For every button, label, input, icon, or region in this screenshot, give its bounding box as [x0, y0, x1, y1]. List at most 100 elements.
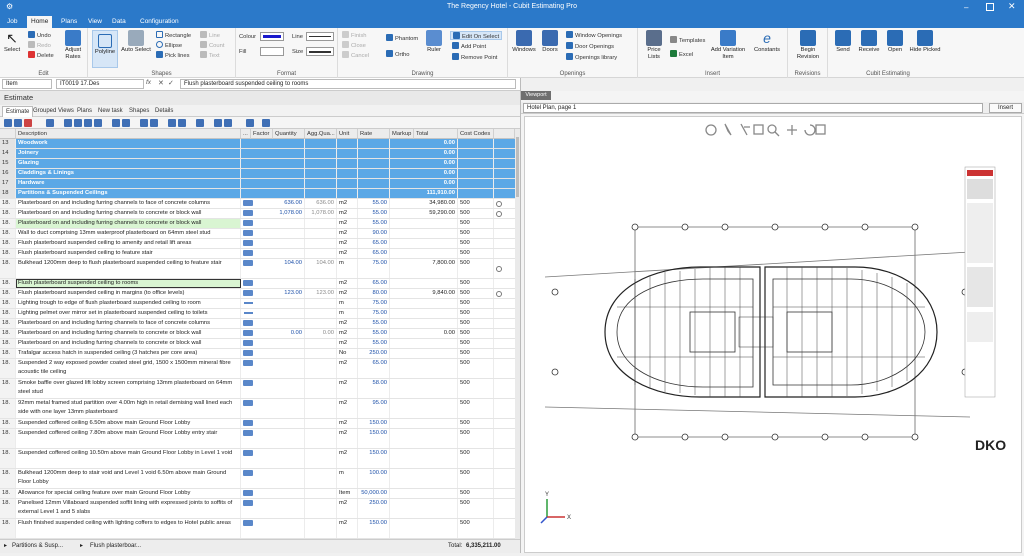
- row-unit[interactable]: No: [337, 349, 358, 358]
- row-rate[interactable]: [358, 189, 390, 198]
- row-description[interactable]: Plasterboard on and including furring ch…: [16, 209, 241, 218]
- row-description[interactable]: Smoke baffle over glazed lift lobby scre…: [16, 379, 241, 398]
- row-rate[interactable]: [358, 139, 390, 148]
- row-total[interactable]: [414, 239, 458, 248]
- row-quantity[interactable]: [273, 229, 305, 238]
- row-unit[interactable]: [337, 179, 358, 188]
- row-agg-quantity[interactable]: 0.00: [305, 329, 337, 338]
- area-measure-icon[interactable]: [243, 400, 253, 406]
- row-agg-quantity[interactable]: [305, 489, 337, 498]
- row-agg-quantity[interactable]: [305, 309, 337, 318]
- row-rate[interactable]: 65.00: [358, 279, 390, 288]
- row-quantity[interactable]: [273, 219, 305, 228]
- row-agg-quantity[interactable]: [305, 429, 337, 448]
- row-unit[interactable]: m2: [337, 239, 358, 248]
- move-icon[interactable]: [787, 125, 797, 135]
- area-measure-icon[interactable]: [243, 340, 253, 346]
- row-unit[interactable]: m2: [337, 319, 358, 328]
- row-rate[interactable]: 55.00: [358, 339, 390, 348]
- row-quantity[interactable]: [273, 379, 305, 398]
- price-lists-button[interactable]: Price Lists: [642, 30, 666, 61]
- row-unit[interactable]: m2: [337, 289, 358, 298]
- row-cost-code[interactable]: 500: [458, 359, 494, 378]
- row-cost-code[interactable]: 500: [458, 279, 494, 288]
- row-cost-code[interactable]: [458, 139, 494, 148]
- row-unit[interactable]: m2: [337, 449, 358, 468]
- row-quantity[interactable]: [273, 299, 305, 308]
- row-rate[interactable]: 150.00: [358, 419, 390, 428]
- delete-button[interactable]: Delete: [28, 51, 54, 60]
- row-cost-code[interactable]: 500: [458, 289, 494, 298]
- table-row[interactable]: 18. Flush plasterboard suspended ceiling …: [0, 279, 515, 289]
- table-row[interactable]: 18. Flush plasterboard suspended ceiling …: [0, 239, 515, 249]
- row-unit[interactable]: Item: [337, 489, 358, 498]
- row-total[interactable]: 9,840.00: [414, 289, 458, 298]
- row-total[interactable]: [414, 469, 458, 488]
- link-icon[interactable]: [214, 119, 222, 127]
- row-rate[interactable]: 250.00: [358, 499, 390, 518]
- table-row[interactable]: 18. Trafalgar access hatch in suspended c…: [0, 349, 515, 359]
- row-rate[interactable]: [358, 169, 390, 178]
- section-row[interactable]: 14 Joinery 0.00: [0, 149, 515, 159]
- row-agg-quantity[interactable]: [305, 219, 337, 228]
- row-agg-quantity[interactable]: [305, 379, 337, 398]
- insert-page-button[interactable]: Insert: [989, 103, 1022, 113]
- paste-icon[interactable]: [150, 119, 158, 127]
- row-rate[interactable]: 55.00: [358, 199, 390, 208]
- row-cost-code[interactable]: 500: [458, 419, 494, 428]
- viewport-tab[interactable]: Viewport: [521, 91, 551, 100]
- table-row[interactable]: 18. Bulkhead 1200mm deep to flush plaster…: [0, 259, 515, 279]
- row-description[interactable]: Plasterboard on and including furring ch…: [16, 199, 241, 208]
- row-rate[interactable]: 75.00: [358, 259, 390, 278]
- row-unit[interactable]: m2: [337, 219, 358, 228]
- area-measure-icon[interactable]: [243, 230, 253, 236]
- status-circle-icon[interactable]: [496, 291, 502, 297]
- plan-canvas[interactable]: DKO Y X: [524, 116, 1022, 553]
- row-description[interactable]: Trafalgar access hatch in suspended ceil…: [16, 349, 241, 358]
- pick-lines-button[interactable]: Pick lines: [156, 51, 189, 60]
- row-rate[interactable]: 65.00: [358, 239, 390, 248]
- undo-button[interactable]: Undo: [28, 31, 51, 40]
- row-agg-quantity[interactable]: [305, 139, 337, 148]
- row-description[interactable]: Allowance for special ceiling feature ov…: [16, 489, 241, 498]
- tab-details[interactable]: Details: [152, 106, 176, 117]
- row-cost-code[interactable]: [458, 189, 494, 198]
- table-row[interactable]: 18. Plasterboard on and including furring…: [0, 209, 515, 219]
- zoom-window-icon[interactable]: [753, 124, 764, 135]
- row-cost-code[interactable]: [458, 149, 494, 158]
- area-measure-icon[interactable]: [243, 260, 253, 266]
- breadcrumb-section[interactable]: Partitions & Susp...: [12, 540, 63, 553]
- area-measure-icon[interactable]: [243, 380, 253, 386]
- row-cost-code[interactable]: 500: [458, 499, 494, 518]
- area-measure-icon[interactable]: [243, 250, 253, 256]
- pan-tool-icon[interactable]: [705, 124, 717, 136]
- row-rate[interactable]: 100.00: [358, 469, 390, 488]
- zoom-icon[interactable]: [767, 124, 777, 134]
- ortho-button[interactable]: Ortho: [386, 50, 410, 59]
- area-measure-icon[interactable]: [243, 200, 253, 206]
- phantom-button[interactable]: Phantom: [386, 34, 418, 43]
- row-quantity[interactable]: 104.00: [273, 259, 305, 278]
- table-row[interactable]: 18. 92mm metal framed stud partition over…: [0, 399, 515, 419]
- row-total[interactable]: [414, 299, 458, 308]
- table-row[interactable]: 18. Suspended coffered ceiling 7.80m abov…: [0, 429, 515, 449]
- area-measure-icon[interactable]: [243, 490, 253, 496]
- row-unit[interactable]: m: [337, 259, 358, 278]
- rectangle-button[interactable]: Rectangle: [156, 31, 191, 40]
- section-row[interactable]: 16 Claddings & Linings 0.00: [0, 169, 515, 179]
- row-unit[interactable]: m2: [337, 339, 358, 348]
- area-measure-icon[interactable]: [243, 350, 253, 356]
- table-row[interactable]: 18. Flush plasterboard suspended ceiling …: [0, 249, 515, 259]
- row-agg-quantity[interactable]: [305, 229, 337, 238]
- tab-view[interactable]: View: [84, 16, 106, 28]
- row-total[interactable]: 0.00: [414, 169, 458, 178]
- outdent-icon[interactable]: [122, 119, 130, 127]
- tab-new-task[interactable]: New task: [95, 106, 126, 117]
- maximize-button[interactable]: [986, 3, 994, 11]
- row-rate[interactable]: 65.00: [358, 359, 390, 378]
- row-cost-code[interactable]: 500: [458, 449, 494, 468]
- minimize-button[interactable]: –: [964, 3, 974, 13]
- close-shape-button[interactable]: Close: [342, 41, 366, 50]
- copy-icon[interactable]: [140, 119, 148, 127]
- select-tool-icon[interactable]: [724, 123, 732, 136]
